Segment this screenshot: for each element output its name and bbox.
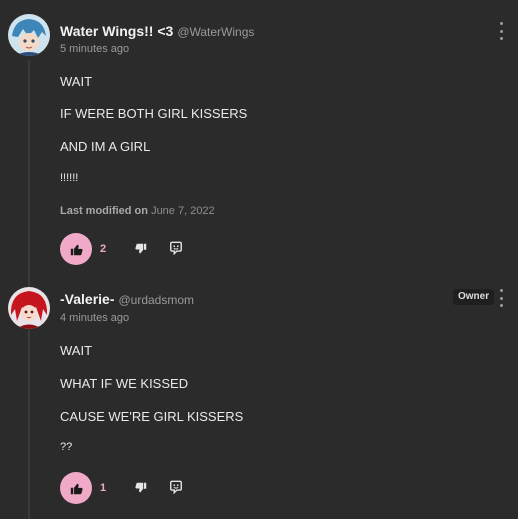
comment-time: 4 minutes ago <box>60 312 130 324</box>
last-modified-label: Last modified on <box>60 205 148 217</box>
avatar[interactable] <box>8 14 50 56</box>
dislike-button[interactable] <box>133 480 149 496</box>
comment-line: IF WERE BOTH GIRL KISSERS <box>60 106 248 121</box>
reply-button[interactable] <box>168 240 184 256</box>
comment-line: WAIT <box>60 74 93 89</box>
more-options-icon[interactable] <box>494 289 508 307</box>
author-handle[interactable]: @urdadsmom <box>118 293 194 307</box>
reply-icon <box>170 480 182 494</box>
like-button[interactable] <box>60 472 92 504</box>
comment-line: !!!!!! <box>60 172 79 184</box>
red-hair-avatar-icon <box>8 287 50 329</box>
last-modified: Last modified on June 7, 2022 <box>60 205 215 217</box>
reply-button[interactable] <box>168 479 184 495</box>
author-handle[interactable]: @WaterWings <box>177 25 254 39</box>
blue-hair-avatar-icon <box>8 14 50 56</box>
comment-line: AND IM A GIRL <box>60 139 151 154</box>
dislike-button[interactable] <box>133 241 149 257</box>
comment-time: 5 minutes ago <box>60 43 130 55</box>
comment-line: WHAT IF WE KISSED <box>60 376 189 391</box>
comment-line: ?? <box>60 441 73 453</box>
more-options-icon[interactable] <box>494 22 508 40</box>
like-count: 1 <box>100 482 107 494</box>
last-modified-date: June 7, 2022 <box>151 205 215 217</box>
thumbs-down-icon <box>135 243 147 254</box>
avatar[interactable] <box>8 287 50 329</box>
owner-badge: Owner <box>453 289 495 305</box>
thumbs-up-icon <box>70 483 83 494</box>
thumbs-up-icon <box>70 244 83 255</box>
like-count: 2 <box>100 243 107 255</box>
author-name[interactable]: Water Wings!! <3 <box>60 23 173 39</box>
like-button[interactable] <box>60 233 92 265</box>
thumbs-down-icon <box>135 482 147 493</box>
author-name[interactable]: -Valerie- <box>60 291 114 307</box>
comment-line: WAIT <box>60 343 93 358</box>
comment-line: CAUSE WE'RE GIRL KISSERS <box>60 409 244 424</box>
reply-icon <box>170 241 182 255</box>
